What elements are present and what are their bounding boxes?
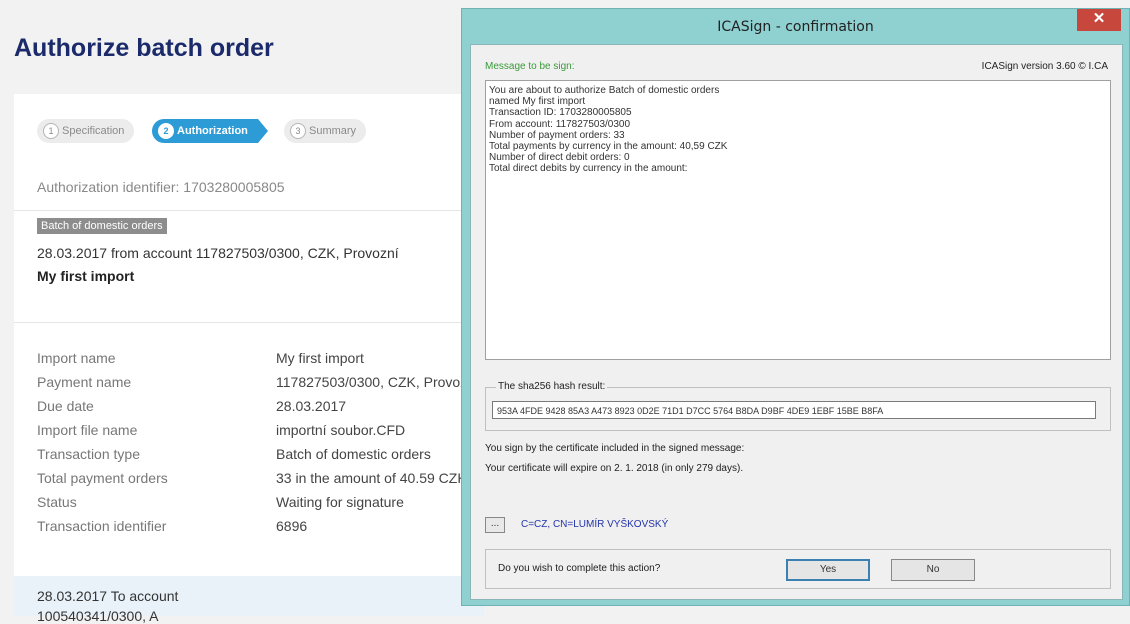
version-label: ICASign version 3.60 © I.CA: [981, 61, 1108, 72]
close-icon: ✕: [1092, 10, 1106, 27]
hash-groupbox: The sha256 hash result: 953A 4FDE 9428 8…: [485, 381, 1111, 431]
detail-label: Transaction identifier: [37, 518, 167, 534]
confirm-question: Do you wish to complete this action?: [498, 563, 661, 574]
step-label: Authorization: [177, 125, 248, 137]
step-number: 3: [290, 123, 306, 139]
message-textarea[interactable]: You are about to authorize Batch of dome…: [485, 80, 1111, 360]
step-label: Summary: [309, 125, 357, 137]
order-name: My first import: [37, 268, 135, 284]
hash-label: The sha256 hash result:: [496, 381, 608, 392]
transaction-row-text: 100540341/0300, A: [37, 608, 159, 624]
detail-value: importní soubor.CFD: [276, 422, 406, 438]
detail-value: 33 in the amount of 40.59 CZK: [276, 470, 467, 486]
order-description: 28.03.2017 from account 117827503/0300, …: [37, 245, 399, 261]
detail-value: 117827503/0300, CZK, Provozní: [276, 374, 479, 390]
dialog-body: Message to be sign: ICASign version 3.60…: [470, 44, 1123, 600]
detail-value: My first import: [276, 350, 364, 366]
detail-label: Import name: [37, 350, 116, 366]
dialog-titlebar[interactable]: ICASign - confirmation ✕: [462, 9, 1129, 45]
no-button[interactable]: No: [891, 559, 975, 581]
certificate-subject: C=CZ, CN=LUMÍR VYŠKOVSKÝ: [521, 519, 669, 530]
detail-value: 6896: [276, 518, 308, 534]
message-label: Message to be sign:: [485, 61, 575, 72]
step-number: 2: [158, 123, 174, 139]
transaction-row[interactable]: 28.03.2017 To account 100540341/0300, A: [14, 576, 484, 624]
detail-value: Batch of domestic orders: [276, 446, 431, 462]
step-label: Specification: [62, 125, 125, 137]
detail-label: Total payment orders: [37, 470, 168, 486]
browse-certificate-button[interactable]: ...: [485, 517, 505, 533]
divider: [14, 322, 484, 323]
step-summary[interactable]: 3 Summary: [284, 119, 367, 143]
detail-label: Status: [37, 494, 77, 510]
detail-value: Waiting for signature: [276, 494, 404, 510]
order-card: 1 Specification 2 Authorization 3 Summary A…: [14, 94, 484, 614]
detail-label: Transaction type: [37, 446, 140, 462]
detail-label: Due date: [37, 398, 94, 414]
certificate-info: You sign by the certificate included in …: [485, 443, 745, 454]
divider: [14, 210, 484, 211]
hash-field[interactable]: 953A 4FDE 9428 85A3 A473 8923 0D2E 71D1 …: [492, 401, 1096, 419]
page-title: Authorize batch order: [14, 34, 274, 62]
icasign-dialog: ICASign - confirmation ✕ Message to be s…: [461, 8, 1130, 606]
detail-label: Payment name: [37, 374, 132, 390]
dialog-title: ICASign - confirmation: [717, 19, 874, 35]
close-button[interactable]: ✕: [1077, 9, 1121, 31]
detail-value: 28.03.2017: [276, 398, 347, 414]
action-groupbox: Do you wish to complete this action? Yes…: [485, 549, 1111, 589]
step-specification[interactable]: 1 Specification: [37, 119, 135, 143]
batch-type-badge: Batch of domestic orders: [37, 218, 167, 234]
yes-button[interactable]: Yes: [786, 559, 870, 581]
detail-label: Import file name: [37, 422, 138, 438]
authorization-identifier: Authorization identifier: 1703280005805: [37, 179, 285, 195]
certificate-expiry: Your certificate will expire on 2. 1. 20…: [485, 463, 744, 474]
step-number: 1: [43, 123, 59, 139]
step-authorization[interactable]: 2 Authorization: [152, 119, 268, 143]
transaction-row-text: 28.03.2017 To account: [37, 588, 179, 604]
